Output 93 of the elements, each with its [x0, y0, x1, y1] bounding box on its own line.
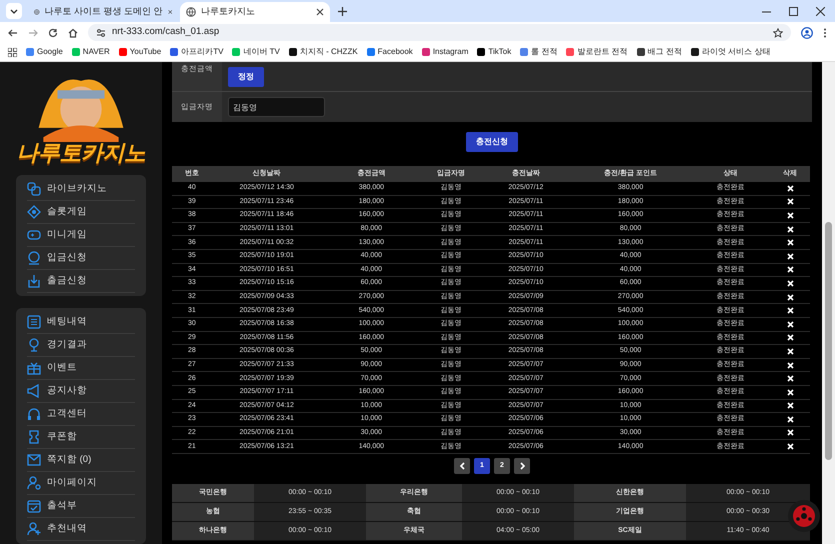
new-tab-icon: [338, 7, 347, 16]
headset-icon: [27, 407, 41, 421]
bookmark-link[interactable]: 치지직 - CHZZK: [288, 46, 358, 58]
sidebar-item[interactable]: 추천내역: [27, 518, 135, 541]
delete-icon: [786, 212, 794, 219]
address-bar[interactable]: nrt-333.com/cash_01.asp: [88, 24, 791, 41]
delete-icon: [786, 348, 794, 355]
delete-icon: [786, 280, 794, 287]
logo-text: 나루토카지노: [16, 142, 146, 164]
download-icon: [27, 274, 41, 288]
sidebar-item[interactable]: 이벤트: [27, 357, 135, 380]
profile-icon: [801, 26, 813, 38]
next-page-button[interactable]: [514, 458, 530, 474]
delete-icon: [786, 307, 794, 314]
delete-icon: [786, 239, 794, 246]
delete-icon: [786, 252, 794, 260]
submit-button[interactable]: 충전신청: [466, 132, 518, 152]
megaphone-icon: [27, 384, 41, 398]
floating-button[interactable]: [788, 500, 820, 532]
delete-icon: [786, 198, 794, 206]
close-icon: [816, 7, 825, 16]
user-plus-icon: [27, 522, 41, 536]
sidebar-item[interactable]: 출금신청: [27, 270, 135, 293]
delete-icon: [786, 226, 794, 233]
delete-icon: [786, 402, 794, 410]
list-icon: [27, 315, 41, 329]
sidebar-item[interactable]: 쿠폰함: [27, 426, 135, 449]
previous-page-button[interactable]: [454, 458, 470, 474]
bookmark-link[interactable]: Facebook: [366, 46, 413, 58]
diamond-icon: [27, 205, 41, 219]
delete-icon: [786, 266, 794, 274]
delete-icon: [786, 294, 794, 301]
gift-icon: [27, 361, 41, 375]
delete-icon: [786, 184, 794, 192]
forward-arrow-icon: [28, 28, 38, 38]
bookmark-link[interactable]: 배그 전적: [636, 46, 682, 58]
cards-icon: [27, 182, 41, 196]
delete-icon: [786, 388, 794, 396]
sidebar-item[interactable]: 경기결과: [27, 334, 135, 357]
sidebar-item[interactable]: 미니게임: [27, 224, 135, 247]
user-icon: [27, 476, 41, 490]
bookmark-link[interactable]: 롤 전적: [520, 46, 558, 58]
bookmark-link[interactable]: Google: [26, 46, 63, 58]
close-icon: [168, 8, 172, 16]
bookmark-link[interactable]: Instagram: [422, 46, 468, 58]
delete-icon: [786, 375, 794, 382]
sidebar-item[interactable]: 입금신청: [27, 247, 135, 270]
sidebar-item[interactable]: 마이페이지: [27, 472, 135, 495]
globe-icon: [34, 7, 40, 17]
eye-icon: [792, 504, 816, 528]
sidebar-item[interactable]: 베팅내역: [27, 311, 135, 334]
depositor-input[interactable]: 김동영: [228, 97, 325, 117]
sidebar-item[interactable]: 라이브카지노: [27, 178, 135, 201]
bookmark-link[interactable]: 라이엇 서비스 상태: [690, 46, 770, 58]
bookmark-link[interactable]: 아프리카TV: [170, 46, 224, 58]
coin-icon: [27, 251, 41, 265]
chevron-down-icon: [9, 7, 19, 15]
chevron-left-icon: [458, 462, 466, 470]
maximize-icon: [789, 7, 798, 16]
sidebar-item[interactable]: 고객센터: [27, 403, 135, 426]
globe-icon: [186, 7, 196, 17]
reset-button[interactable]: 정정: [228, 66, 264, 86]
delete-icon: [786, 320, 794, 328]
site-settings-icon: [96, 28, 106, 38]
bookmark-link[interactable]: NAVER: [72, 46, 110, 58]
sidebar-item[interactable]: 쪽지함 (0): [27, 449, 135, 472]
scrollbar-thumb[interactable]: [825, 222, 832, 460]
apps-grid-icon: [8, 48, 17, 56]
chevron-right-icon: [518, 462, 526, 470]
close-icon: [316, 8, 324, 16]
delete-icon: [786, 362, 794, 369]
star-icon: [773, 28, 783, 38]
back-arrow-icon: [8, 28, 18, 38]
home-icon: [68, 28, 78, 38]
tab-list-button[interactable]: [6, 3, 22, 19]
browser-tab[interactable]: 나루토카지노: [180, 2, 330, 22]
delete-icon: [786, 429, 794, 436]
delete-icon: [786, 443, 794, 450]
gamepad-icon: [27, 228, 41, 242]
reload-icon: [48, 28, 58, 38]
calendar-icon: [27, 499, 41, 513]
delete-icon: [786, 416, 794, 423]
more-menu-icon: [823, 28, 827, 38]
bookmark-link[interactable]: 네이버 TV: [232, 46, 280, 58]
sidebar-item[interactable]: 슬롯게임: [27, 201, 135, 224]
bookmark-link[interactable]: YouTube: [118, 46, 162, 58]
bookmark-link[interactable]: TikTok: [477, 46, 512, 58]
ticket-icon: [27, 430, 41, 444]
sidebar-item[interactable]: 공지사항: [27, 380, 135, 403]
bookmark-link[interactable]: 발로란트 전적: [566, 46, 628, 58]
envelope-icon: [27, 453, 41, 467]
sidebar-item[interactable]: 출석부: [27, 495, 135, 518]
delete-icon: [786, 334, 794, 342]
